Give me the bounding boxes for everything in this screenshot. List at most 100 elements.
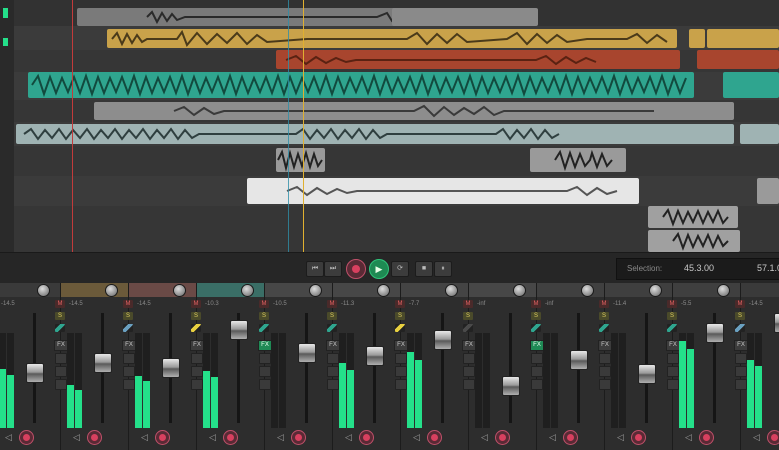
- channel-volume-readout: -inf: [545, 301, 554, 307]
- pan-knob[interactable]: [105, 284, 118, 297]
- record-arm-button[interactable]: [359, 430, 374, 445]
- monitor-icon[interactable]: ◁: [209, 432, 216, 443]
- volume-fader[interactable]: [26, 363, 44, 383]
- monitor-icon[interactable]: ◁: [685, 432, 692, 443]
- monitor-icon[interactable]: ◁: [617, 432, 624, 443]
- level-meter-fill: [687, 349, 694, 428]
- audio-clip[interactable]: [707, 29, 779, 48]
- audio-clip[interactable]: [530, 148, 626, 172]
- volume-fader[interactable]: [94, 353, 112, 373]
- channel-volume-readout: -11.4: [613, 301, 627, 307]
- record-arm-button[interactable]: [631, 430, 646, 445]
- pan-knob[interactable]: [241, 284, 254, 297]
- record-arm-button[interactable]: [767, 430, 779, 445]
- channel-volume-readout: -14.5: [69, 301, 83, 307]
- record-arm-button[interactable]: [495, 430, 510, 445]
- play-button[interactable]: ▶: [369, 259, 389, 279]
- audio-clip[interactable]: [697, 50, 779, 69]
- audio-clip[interactable]: [723, 72, 779, 98]
- volume-fader[interactable]: [570, 350, 588, 370]
- selection-display[interactable]: Selection: 45.3.00 57.1.0: [616, 258, 779, 280]
- audio-clip[interactable]: [689, 29, 705, 48]
- monitor-icon[interactable]: ◁: [73, 432, 80, 443]
- pan-knob[interactable]: [377, 284, 390, 297]
- level-meter: [755, 333, 762, 428]
- pan-knob[interactable]: [581, 284, 594, 297]
- audio-clip[interactable]: [276, 148, 325, 172]
- level-meter: [279, 333, 286, 428]
- record-arm-button[interactable]: [563, 430, 578, 445]
- selection-label: Selection:: [627, 264, 663, 273]
- volume-fader[interactable]: [638, 364, 656, 384]
- audio-clip[interactable]: [392, 8, 538, 26]
- volume-fader[interactable]: [230, 320, 248, 340]
- volume-fader[interactable]: [706, 323, 724, 343]
- volume-fader[interactable]: [298, 343, 316, 363]
- volume-fader[interactable]: [434, 330, 452, 350]
- audio-clip[interactable]: [28, 72, 694, 98]
- pan-knob[interactable]: [173, 284, 186, 297]
- audio-clip[interactable]: [247, 178, 639, 204]
- fader-track[interactable]: [305, 313, 308, 423]
- audio-clip[interactable]: [16, 124, 734, 144]
- record-button[interactable]: [346, 259, 366, 279]
- pan-knob[interactable]: [37, 284, 50, 297]
- mixer-channel-strip: -inf M S FX ◁: [537, 283, 612, 450]
- monitor-icon[interactable]: ◁: [481, 432, 488, 443]
- monitor-icon[interactable]: ◁: [413, 432, 420, 443]
- audio-clip[interactable]: [648, 230, 740, 252]
- audio-clip[interactable]: [94, 102, 734, 120]
- loop-button[interactable]: ⟳: [391, 261, 409, 277]
- pan-knob[interactable]: [717, 284, 730, 297]
- go-to-end-button[interactable]: ⏭: [324, 261, 342, 277]
- playhead[interactable]: [303, 0, 304, 252]
- record-arm-button[interactable]: [223, 430, 238, 445]
- record-arm-button[interactable]: [699, 430, 714, 445]
- go-to-start-button[interactable]: ⏮: [306, 261, 324, 277]
- level-meter-fill: [347, 370, 354, 428]
- record-arm-button[interactable]: [19, 430, 34, 445]
- level-meter: [7, 333, 14, 428]
- volume-fader[interactable]: [502, 376, 520, 396]
- stop-button[interactable]: ■: [415, 261, 433, 277]
- channel-header: [741, 283, 779, 297]
- level-meter-fill: [67, 385, 74, 428]
- level-meter: [747, 333, 754, 428]
- monitor-icon[interactable]: ◁: [5, 432, 12, 443]
- selection-end-value[interactable]: 57.1.0: [757, 263, 779, 273]
- volume-fader[interactable]: [162, 358, 180, 378]
- pan-knob[interactable]: [513, 284, 526, 297]
- volume-fader[interactable]: [774, 313, 779, 333]
- pan-knob[interactable]: [309, 284, 322, 297]
- monitor-icon[interactable]: ◁: [753, 432, 760, 443]
- monitor-icon[interactable]: ◁: [141, 432, 148, 443]
- monitor-icon[interactable]: ◁: [345, 432, 352, 443]
- fader-track[interactable]: [373, 313, 376, 423]
- audio-clip[interactable]: [740, 124, 779, 144]
- mixer-panel: -14.5 M S FX ◁ -14.5 M S FX ◁ -14.5 M S FX ◁ -10.3 M S FX ◁…: [0, 283, 779, 450]
- edit-cursor[interactable]: [288, 0, 289, 252]
- track-lane[interactable]: [0, 146, 779, 176]
- record-arm-button[interactable]: [291, 430, 306, 445]
- arrange-view[interactable]: [0, 0, 779, 252]
- audio-clip[interactable]: [648, 206, 738, 228]
- record-arm-button[interactable]: [155, 430, 170, 445]
- volume-fader[interactable]: [366, 346, 384, 366]
- pan-knob[interactable]: [649, 284, 662, 297]
- pause-button[interactable]: ⏸: [434, 261, 452, 277]
- record-arm-button[interactable]: [87, 430, 102, 445]
- audio-clip[interactable]: [276, 50, 680, 69]
- monitor-icon[interactable]: ◁: [549, 432, 556, 443]
- daw-window: ⏮⏭ ▶⟳ ■⏸ Selection: 45.3.00 57.1.0 -14.5MS…: [0, 0, 779, 450]
- audio-clip[interactable]: [757, 178, 779, 204]
- level-meter: [551, 333, 558, 428]
- level-meter: [0, 333, 6, 428]
- fader-track[interactable]: [509, 313, 512, 423]
- record-arm-button[interactable]: [427, 430, 442, 445]
- selection-start-value[interactable]: 45.3.00: [684, 263, 714, 273]
- loop-start-marker[interactable]: [72, 0, 73, 252]
- level-meter-fill: [755, 366, 762, 428]
- pan-knob[interactable]: [445, 284, 458, 297]
- monitor-icon[interactable]: ◁: [277, 432, 284, 443]
- audio-clip[interactable]: [107, 29, 677, 48]
